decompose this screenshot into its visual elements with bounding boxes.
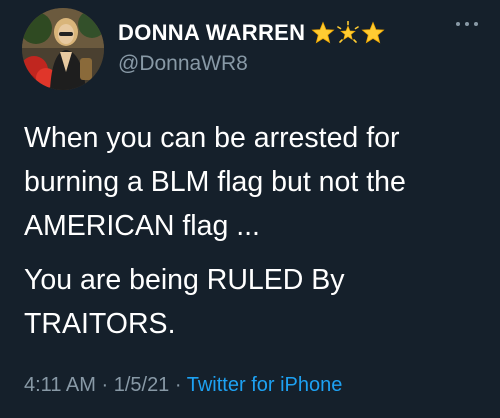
tweet-paragraph: You are being RULED By TRAITORS. xyxy=(24,264,345,340)
meta-separator: · xyxy=(101,374,109,396)
tweet-meta: 4:11 AM · 1/5/21 · Twitter for iPhone xyxy=(24,374,342,397)
name-emojis xyxy=(311,21,385,45)
tweet-time[interactable]: 4:11 AM xyxy=(24,374,96,396)
tweet-paragraph: When you can be arrested for burning a B… xyxy=(24,122,406,242)
handle[interactable]: @DonnaWR8 xyxy=(118,52,385,76)
star-icon xyxy=(311,21,335,44)
avatar-photo xyxy=(22,8,104,90)
author-block: DONNA WARREN @DonnaWR8 xyxy=(118,18,385,76)
tweet-source-link[interactable]: Twitter for iPhone xyxy=(187,374,343,396)
display-name[interactable]: DONNA WARREN xyxy=(118,20,305,46)
avatar[interactable] xyxy=(22,8,104,90)
tweet-card: DONNA WARREN @DonnaWR8 When you can be a… xyxy=(0,0,500,418)
glowing-star-icon xyxy=(337,21,360,43)
dot xyxy=(474,22,478,26)
dot xyxy=(465,22,469,26)
more-options-icon[interactable] xyxy=(456,18,478,30)
tweet-text: When you can be arrested for burning a B… xyxy=(24,116,484,346)
star-icon xyxy=(361,21,385,44)
meta-separator: · xyxy=(174,374,182,396)
dot xyxy=(456,22,460,26)
name-row: DONNA WARREN xyxy=(118,18,385,48)
tweet-date[interactable]: 1/5/21 xyxy=(114,374,170,396)
